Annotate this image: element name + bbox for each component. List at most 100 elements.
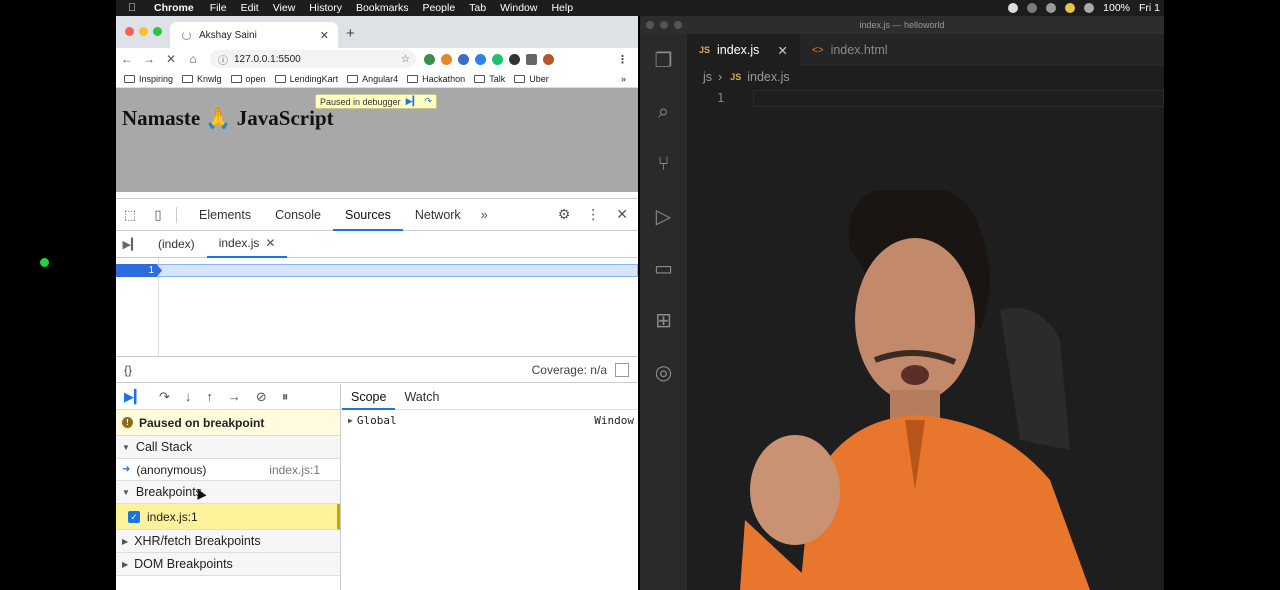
source-control-icon[interactable]: ⑂ [640, 138, 687, 190]
menu-edit[interactable]: Edit [241, 2, 259, 14]
bookmark-folder[interactable]: Angular4 [347, 74, 398, 84]
step-over-icon[interactable]: ↷ [159, 389, 170, 405]
breakpoint-checkbox[interactable]: ✓ [128, 510, 140, 523]
new-tab-button[interactable]: + [346, 25, 355, 42]
file-tab-index[interactable]: (index) [146, 231, 207, 258]
menu-tab[interactable]: Tab [469, 2, 486, 14]
step-into-icon[interactable]: ↓ [185, 389, 192, 404]
menu-history[interactable]: History [309, 2, 342, 14]
coverage-toggle-icon[interactable] [615, 362, 629, 377]
zoom-window-button[interactable] [153, 27, 162, 36]
forward-arrow-icon[interactable]: → [138, 52, 160, 66]
extension-grammarly-icon[interactable] [492, 53, 503, 65]
step-icon[interactable]: → [228, 389, 241, 404]
tab-console[interactable]: Console [263, 199, 333, 231]
navigator-toggle-icon[interactable]: ▶▎ [116, 238, 146, 251]
close-window-button[interactable] [646, 21, 654, 29]
pretty-print-button[interactable]: {} [124, 363, 132, 377]
scope-entry[interactable]: ▶ Global Window [342, 410, 638, 430]
explorer-icon[interactable]: ❐ [640, 34, 687, 86]
bookmark-folder[interactable]: Uber [514, 74, 549, 84]
tab-network[interactable]: Network [403, 199, 473, 231]
drive-icon[interactable] [1046, 3, 1057, 13]
close-devtools-icon[interactable]: ✕ [616, 206, 628, 223]
extensions-icon[interactable]: ⊞ [640, 294, 687, 346]
menu-help[interactable]: Help [551, 2, 573, 14]
apple-icon[interactable]:  [128, 2, 140, 14]
tab-scope[interactable]: Scope [342, 384, 396, 410]
more-tabs-icon[interactable]: » [473, 208, 496, 222]
breadcrumb-file[interactable]: index.js [747, 70, 789, 84]
more-bookmarks-icon[interactable]: » [621, 74, 626, 84]
resume-icon[interactable]: ▶▎ [406, 96, 420, 107]
menu-bookmarks[interactable]: Bookmarks [356, 2, 409, 14]
bookmark-folder[interactable]: LendingKart [274, 74, 338, 84]
close-tab-icon[interactable]: ✕ [320, 29, 329, 42]
stop-loading-icon[interactable]: ✕ [160, 52, 182, 66]
menubar-app-name[interactable]: Chrome [154, 2, 194, 14]
xhr-breakpoints-header[interactable]: ▶ XHR/fetch Breakpoints [116, 530, 340, 553]
zoom-window-button[interactable] [674, 21, 682, 29]
step-out-icon[interactable]: ↑ [206, 389, 213, 404]
chrome-menu-icon[interactable]: ⋮ [617, 53, 628, 66]
profile-avatar[interactable] [543, 53, 554, 65]
extension-blue-icon[interactable] [458, 53, 469, 65]
tab-sources[interactable]: Sources [332, 199, 403, 231]
call-stack-frame[interactable]: ➜ (anonymous) index.js:1 [116, 459, 340, 481]
tab-watch[interactable]: Watch [395, 384, 448, 410]
tab-elements[interactable]: Elements [187, 199, 263, 231]
dollar-icon[interactable] [1027, 3, 1038, 13]
menu-view[interactable]: View [273, 2, 296, 14]
editor-tab-index-html[interactable]: <> index.html [800, 34, 900, 66]
menu-people[interactable]: People [422, 2, 455, 14]
breadcrumb-folder[interactable]: js [703, 70, 712, 84]
file-tab-index-js[interactable]: index.js ✕ [206, 230, 288, 258]
notes-icon[interactable] [1065, 3, 1076, 13]
bookmark-folder[interactable]: Talk [474, 74, 505, 84]
settings-gear-icon[interactable]: ⚙ [558, 206, 571, 223]
extensions-puzzle-icon[interactable] [526, 53, 537, 65]
menu-window[interactable]: Window [500, 2, 537, 14]
deactivate-breakpoints-icon[interactable]: ⊘ [256, 389, 267, 405]
back-arrow-icon[interactable]: ← [116, 52, 138, 66]
menu-file[interactable]: File [210, 2, 227, 14]
address-bar[interactable]: ⓘ 127.0.0.1:5500 ☆ [210, 50, 416, 68]
breakpoints-header[interactable]: ▼ Breakpoints [116, 481, 340, 504]
minimize-window-button[interactable] [660, 21, 668, 29]
call-stack-header[interactable]: ▼ Call Stack [116, 436, 340, 459]
wifi-icon[interactable] [1084, 3, 1095, 13]
extension-drive-icon[interactable] [424, 53, 435, 65]
bookmark-folder[interactable]: Knwlg [182, 74, 222, 84]
close-window-button[interactable] [125, 27, 134, 36]
code-line[interactable]: 1 [687, 90, 1164, 107]
remote-explorer-icon[interactable]: ▭ [640, 242, 687, 294]
minimize-window-button[interactable] [139, 27, 148, 36]
source-editor[interactable]: 1 [116, 258, 638, 356]
device-toolbar-icon[interactable]: ▯ [144, 207, 172, 223]
pause-on-exceptions-icon[interactable]: ⏸ [282, 389, 289, 405]
browser-tab[interactable]: Akshay Saini ✕ [170, 22, 338, 48]
breakpoint-item[interactable]: ✓ index.js:1 [116, 504, 340, 530]
bookmark-star-icon[interactable]: ☆ [401, 54, 410, 65]
bookmark-folder[interactable]: Hackathon [407, 74, 465, 84]
git-graph-icon[interactable]: ◎ [640, 346, 687, 398]
site-info-icon[interactable]: ⓘ [218, 52, 228, 67]
extension-pen-icon[interactable] [509, 53, 520, 65]
close-file-tab-icon[interactable]: ✕ [265, 230, 275, 257]
search-icon[interactable]: ⌕ [640, 86, 687, 138]
resume-execution-icon[interactable]: ▶▎ [124, 389, 144, 405]
record-icon[interactable] [1008, 3, 1019, 13]
extension-orange-icon[interactable] [441, 53, 452, 65]
editor-tab-index-js[interactable]: JS index.js ✕ [687, 34, 800, 66]
bookmark-folder[interactable]: open [230, 74, 266, 84]
dom-breakpoints-header[interactable]: ▶ DOM Breakpoints [116, 553, 340, 576]
breakpoint-line-number[interactable]: 1 [116, 264, 162, 277]
run-debug-icon[interactable]: ▷ [640, 190, 687, 242]
inspect-element-icon[interactable]: ⬚ [116, 207, 144, 223]
close-editor-tab-icon[interactable]: ✕ [777, 43, 787, 58]
step-over-icon[interactable]: ↷ [424, 96, 432, 107]
devtools-menu-icon[interactable]: ⋮ [586, 206, 600, 223]
home-icon[interactable]: ⌂ [182, 52, 204, 66]
extension-chat-icon[interactable] [475, 53, 486, 65]
bookmark-folder[interactable]: Inspiring [124, 74, 173, 84]
